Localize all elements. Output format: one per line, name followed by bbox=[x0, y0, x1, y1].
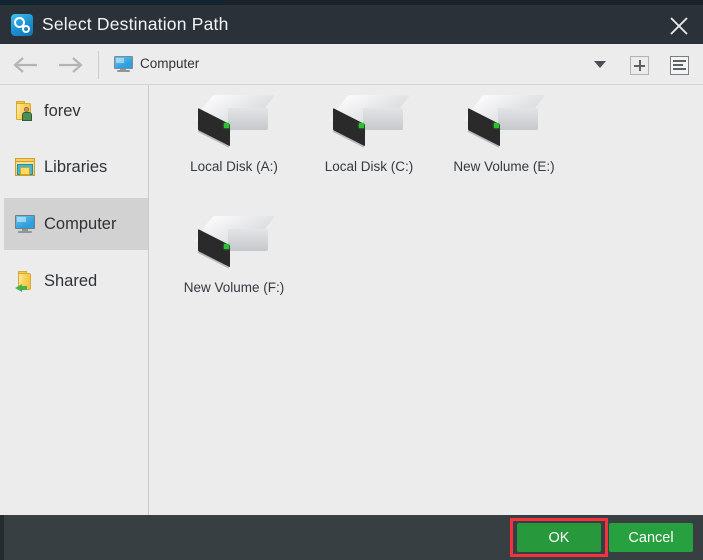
plus-icon-vertical bbox=[638, 60, 641, 71]
sidebar-item-label: Shared bbox=[44, 272, 98, 290]
drive-list-pane: Local Disk (A:) Local Disk (C:) New Volu… bbox=[150, 85, 703, 515]
drive-label: Local Disk (C:) bbox=[324, 159, 414, 174]
hard-drive-icon bbox=[192, 95, 276, 148]
chevron-down-icon[interactable] bbox=[594, 61, 606, 68]
ok-button[interactable]: OK bbox=[517, 523, 601, 552]
sidebar-item-shared[interactable]: Shared bbox=[4, 255, 148, 307]
drive-right-face bbox=[363, 108, 403, 130]
computer-monitor-icon bbox=[14, 214, 36, 235]
drive-right-face bbox=[228, 229, 268, 251]
sidebar-item-label: Computer bbox=[44, 215, 117, 233]
breadcrumb-current-location[interactable]: Computer bbox=[140, 56, 199, 71]
navigation-bar: Computer bbox=[0, 44, 703, 85]
monitor-screen bbox=[114, 56, 133, 69]
title-bar: Select Destination Path bbox=[0, 5, 703, 44]
window-title: Select Destination Path bbox=[42, 14, 229, 34]
library-folder-top bbox=[15, 158, 35, 162]
drive-item[interactable]: Local Disk (A:) bbox=[167, 89, 301, 193]
drive-item[interactable]: Local Disk (C:) bbox=[302, 89, 436, 193]
monitor-base bbox=[117, 70, 130, 72]
drive-led-indicator bbox=[494, 123, 499, 128]
footer-left-edge bbox=[0, 515, 4, 560]
drive-led-indicator bbox=[224, 244, 229, 249]
sidebar-item-computer[interactable]: Computer bbox=[4, 198, 148, 250]
person-head bbox=[24, 107, 29, 112]
hard-drive-icon bbox=[462, 95, 546, 148]
forward-arrow-icon[interactable] bbox=[53, 53, 87, 77]
monitor-base bbox=[18, 231, 32, 233]
nav-separator bbox=[98, 51, 99, 79]
computer-monitor-icon bbox=[114, 56, 133, 72]
gear-inner-ring bbox=[22, 25, 30, 33]
drive-led-indicator bbox=[224, 123, 229, 128]
sidebar-item-label: forev bbox=[44, 102, 81, 120]
share-arrow-stem bbox=[20, 286, 27, 290]
user-folder-icon bbox=[14, 101, 36, 122]
person-body bbox=[22, 112, 32, 121]
drive-label: New Volume (E:) bbox=[453, 159, 555, 174]
drive-label: New Volume (F:) bbox=[183, 280, 285, 295]
library-book-yellow bbox=[20, 167, 30, 175]
list-view-button[interactable] bbox=[670, 56, 689, 75]
drive-item[interactable]: New Volume (F:) bbox=[167, 210, 301, 314]
back-arrow-icon[interactable] bbox=[9, 53, 43, 77]
drive-right-face bbox=[228, 108, 268, 130]
hard-drive-icon bbox=[327, 95, 411, 148]
sidebar-item-label: Libraries bbox=[44, 158, 108, 176]
close-icon[interactable] bbox=[655, 5, 703, 44]
libraries-icon bbox=[14, 157, 36, 178]
drive-led-indicator bbox=[359, 123, 364, 128]
cancel-button[interactable]: Cancel bbox=[609, 523, 693, 552]
drive-label: Local Disk (A:) bbox=[190, 159, 278, 174]
sidebar-item-libraries[interactable]: Libraries bbox=[4, 141, 148, 193]
sidebar: forev Libraries Computer Shared bbox=[0, 85, 149, 515]
monitor-screen bbox=[15, 215, 35, 229]
sidebar-item-forev[interactable]: forev bbox=[4, 85, 148, 137]
hard-drive-icon bbox=[192, 216, 276, 269]
list-line-1 bbox=[673, 60, 686, 62]
settings-gear-icon bbox=[11, 14, 33, 36]
drive-right-face bbox=[498, 108, 538, 130]
list-line-2 bbox=[673, 64, 683, 66]
drive-item[interactable]: New Volume (E:) bbox=[437, 89, 571, 193]
new-folder-button[interactable] bbox=[630, 56, 649, 75]
select-destination-path-dialog: Select Destination Path Computer forev L… bbox=[0, 0, 703, 560]
shared-folder-icon bbox=[14, 271, 36, 292]
list-line-3 bbox=[673, 68, 686, 70]
